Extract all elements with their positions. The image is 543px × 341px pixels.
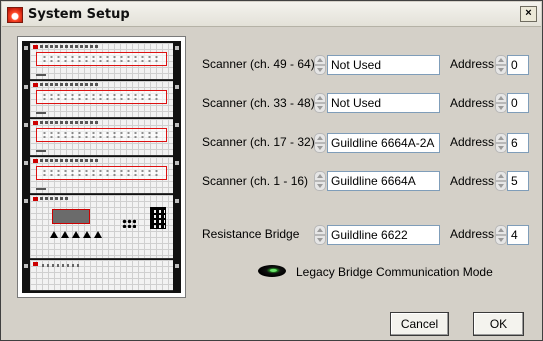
scanner-17-32-label: Scanner (ch. 17 - 32) [202, 135, 315, 149]
scanner-33-48-address-spin-icon[interactable] [495, 93, 507, 113]
scanner-1-16-spin-icon[interactable] [314, 171, 326, 191]
close-button[interactable]: × [520, 6, 537, 22]
scanner-unit-1-16[interactable] [30, 157, 173, 194]
resistance-bridge-label: Resistance Bridge [202, 227, 300, 241]
scanner-33-48-address-input[interactable]: 0 [507, 93, 529, 113]
scanner-17-32-address-input[interactable]: 6 [507, 133, 529, 153]
ok-button[interactable]: OK [473, 312, 524, 336]
resistance-bridge-address-label: Address [450, 227, 495, 241]
system-setup-window: System Setup × Scanner (ch. 49 - 64) Not… [0, 0, 543, 341]
scanner-33-48-select[interactable]: Not Used [327, 93, 440, 113]
resistance-bridge-address-input[interactable]: 4 [507, 225, 529, 245]
bridge-keypad [150, 207, 166, 229]
scanner-33-48-address-label: Address [450, 96, 495, 110]
resistance-bridge-address-spin-icon[interactable] [495, 225, 507, 245]
legacy-led-indicator-icon[interactable] [258, 265, 286, 277]
legacy-mode-label: Legacy Bridge Communication Mode [296, 265, 493, 279]
scanner-unit-49-64[interactable] [30, 43, 173, 80]
scanner-1-16-select[interactable]: Guildline 6664A [327, 171, 440, 191]
rack-illustration [17, 36, 186, 298]
scanner-1-16-address-spin-icon[interactable] [495, 171, 507, 191]
app-icon [7, 7, 23, 23]
scanner-17-32-address-spin-icon[interactable] [495, 133, 507, 153]
bridge-knob [122, 219, 136, 228]
scanner-unit-17-32[interactable] [30, 119, 173, 156]
scanner-49-64-address-input[interactable]: 0 [507, 55, 529, 75]
resistance-bridge-spin-icon[interactable] [314, 225, 326, 245]
scanner-17-32-address-label: Address [450, 135, 495, 149]
scanner-33-48-label: Scanner (ch. 33 - 48) [202, 96, 315, 110]
scanner-1-16-label: Scanner (ch. 1 - 16) [202, 174, 309, 188]
scanner-49-64-address-label: Address [450, 57, 495, 71]
rack-rail-left [22, 41, 30, 293]
scanner-1-16-address-label: Address [450, 174, 495, 188]
scanner-17-32-select[interactable]: Guildline 6664A-2A [327, 133, 440, 153]
rack-rail-right [173, 41, 181, 293]
scanner-49-64-select[interactable]: Not Used [327, 55, 440, 75]
title-bar: System Setup × [2, 2, 541, 27]
scanner-49-64-spin-icon[interactable] [314, 55, 326, 75]
scanner-17-32-spin-icon[interactable] [314, 133, 326, 153]
scanner-1-16-address-input[interactable]: 5 [507, 171, 529, 191]
scanner-unit-33-48[interactable] [30, 81, 173, 118]
bridge-display [52, 209, 90, 224]
blank-unit [30, 260, 173, 291]
resistance-bridge-unit[interactable] [30, 195, 173, 259]
resistance-bridge-select[interactable]: Guildline 6622 [327, 225, 440, 245]
window-title: System Setup [28, 7, 130, 22]
instrument-rack [22, 41, 181, 293]
scanner-49-64-address-spin-icon[interactable] [495, 55, 507, 75]
scanner-33-48-spin-icon[interactable] [314, 93, 326, 113]
scanner-49-64-label: Scanner (ch. 49 - 64) [202, 57, 315, 71]
cancel-button[interactable]: Cancel [390, 312, 449, 336]
